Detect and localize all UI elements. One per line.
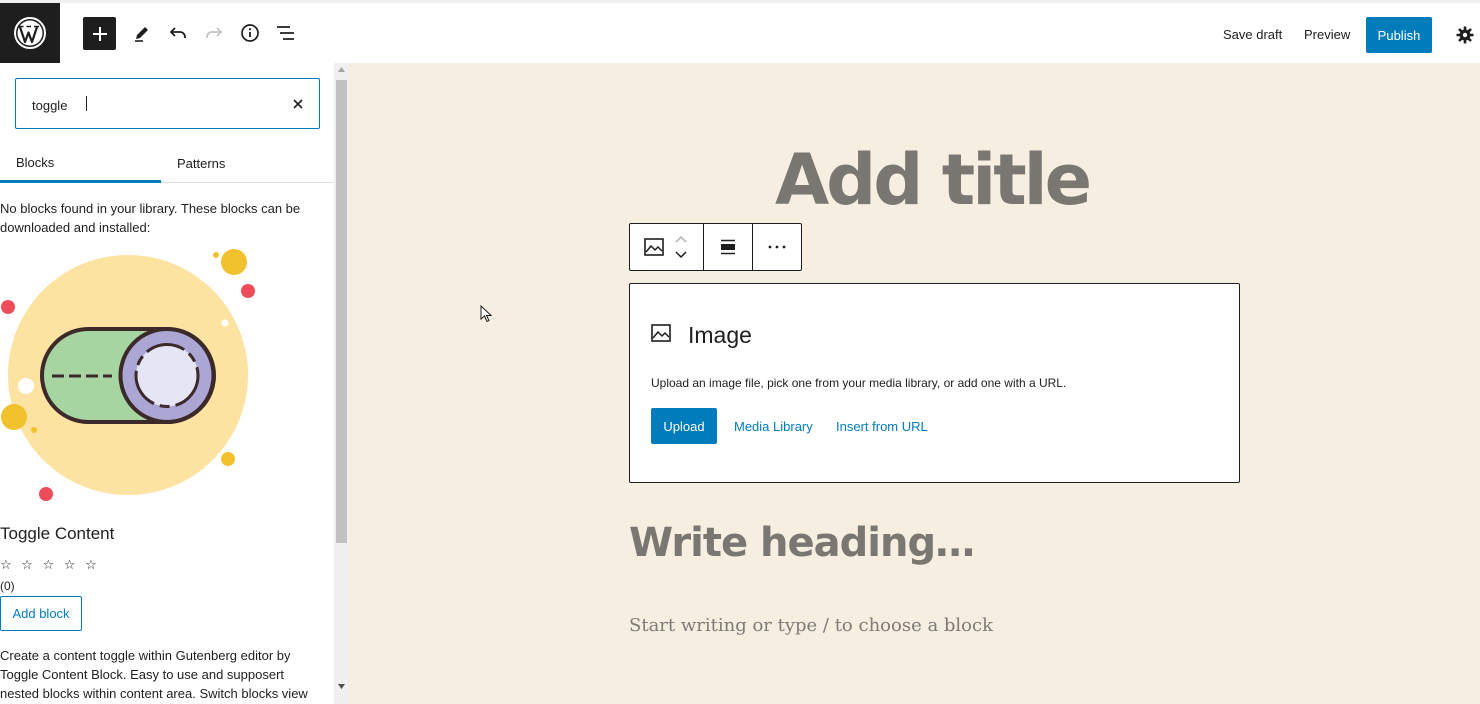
image-block-instructions: Upload an image file, pick one from your…	[651, 376, 1067, 390]
preview-button[interactable]: Preview	[1304, 27, 1350, 42]
image-block-title: Image	[688, 322, 752, 348]
toggle-content-block-icon[interactable]	[0, 246, 260, 506]
settings-button[interactable]	[1452, 22, 1478, 48]
sidebar-scrollbar[interactable]	[334, 63, 349, 704]
rating-count: (0)	[0, 579, 15, 593]
editor-canvas: Add title Image Upload an image file, pi…	[349, 63, 1480, 704]
triangle-down-icon	[338, 684, 345, 689]
list-view-icon	[277, 26, 294, 40]
scroll-thumb[interactable]	[336, 80, 347, 543]
tab-patterns[interactable]: Patterns	[161, 144, 241, 183]
text-caret	[86, 96, 87, 111]
save-draft-button[interactable]: Save draft	[1223, 27, 1282, 42]
publish-button[interactable]: Publish	[1366, 17, 1432, 53]
align-button[interactable]	[704, 224, 752, 270]
mouse-pointer-icon	[480, 305, 492, 323]
block-toolbar	[629, 223, 802, 271]
tools-button[interactable]	[125, 16, 159, 50]
move-up-down-button[interactable]	[670, 224, 692, 270]
image-icon	[644, 238, 664, 256]
wordpress-logo-icon[interactable]	[0, 3, 60, 63]
align-icon	[721, 239, 735, 255]
undo-button[interactable]	[161, 16, 195, 50]
result-block-description: Create a content toggle within Gutenberg…	[0, 648, 308, 701]
no-results-message: No blocks found in your library. These b…	[0, 201, 301, 235]
inserter-tabs: Blocks Patterns	[0, 144, 334, 183]
redo-icon	[206, 27, 223, 38]
block-search	[15, 78, 320, 129]
block-inserter-panel: Blocks Patterns No blocks found in your …	[0, 63, 349, 704]
tab-blocks[interactable]: Blocks	[0, 144, 161, 183]
scroll-up-arrow[interactable]	[334, 67, 349, 77]
more-options-icon	[768, 245, 786, 249]
more-options-button[interactable]	[753, 224, 801, 270]
add-block-toggle-button[interactable]	[83, 17, 116, 50]
details-button[interactable]	[233, 16, 267, 50]
insert-from-url-button[interactable]: Insert from URL	[836, 419, 928, 434]
chevron-up-down-icon	[675, 235, 687, 259]
editor-header: Save draft Preview Publish	[0, 0, 1480, 63]
media-library-button[interactable]: Media Library	[734, 419, 813, 434]
add-block-button[interactable]: Add block	[0, 596, 82, 631]
pencil-icon	[135, 27, 148, 42]
result-block-name: Toggle Content	[0, 524, 115, 543]
upload-button[interactable]: Upload	[651, 408, 717, 444]
block-search-input[interactable]	[32, 96, 272, 114]
image-block-placeholder[interactable]: Image Upload an image file, pick one fro…	[629, 283, 1240, 483]
image-icon	[651, 324, 671, 342]
paragraph-block-placeholder[interactable]: Start writing or type / to choose a bloc…	[629, 615, 993, 636]
scroll-down-arrow[interactable]	[334, 684, 349, 694]
info-icon	[241, 24, 259, 42]
undo-icon	[169, 27, 186, 38]
rating-stars: ☆ ☆ ☆ ☆ ☆	[0, 557, 100, 572]
triangle-up-icon	[338, 67, 345, 72]
clear-search-button[interactable]	[288, 94, 308, 114]
list-view-button[interactable]	[269, 16, 303, 50]
gear-icon	[1456, 26, 1474, 44]
post-title-input[interactable]: Add title	[775, 139, 1092, 221]
redo-button[interactable]	[197, 16, 231, 50]
plus-icon	[92, 26, 107, 41]
heading-block-placeholder[interactable]: Write heading…	[629, 520, 975, 566]
close-icon	[293, 99, 303, 109]
